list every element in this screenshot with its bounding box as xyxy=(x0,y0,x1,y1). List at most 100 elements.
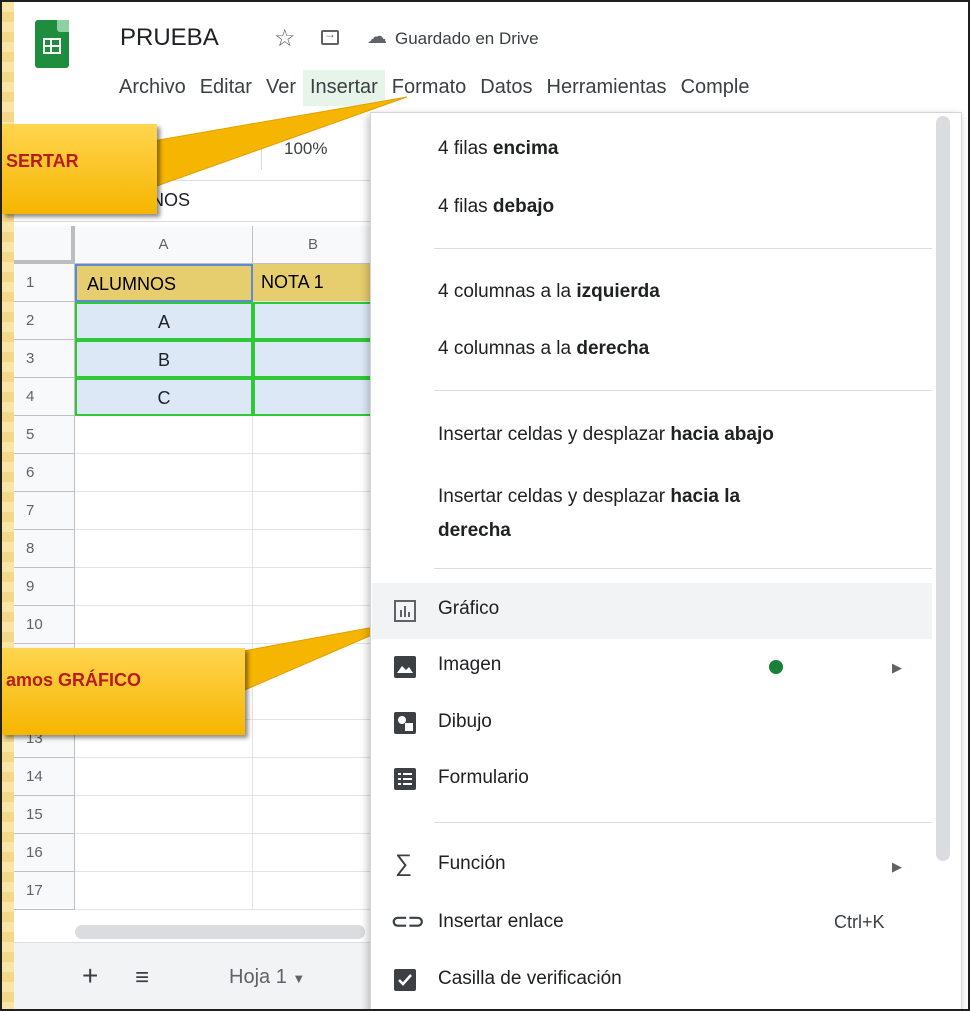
column-header-a[interactable]: A xyxy=(75,226,253,264)
cell-b9[interactable] xyxy=(253,568,374,606)
menu-item-shift-right[interactable]: Insertar celdas y desplazar hacia la dere… xyxy=(438,480,740,548)
menu-item-image[interactable]: Imagen xyxy=(438,654,501,676)
menu-item-form[interactable]: Formulario xyxy=(438,767,529,789)
toolbar-divider xyxy=(261,130,262,170)
cell-b10[interactable] xyxy=(253,606,374,644)
menu-herramientas[interactable]: Herramientas xyxy=(540,70,674,106)
menu-archivo[interactable]: Archivo xyxy=(112,70,193,106)
cell-a10[interactable] xyxy=(75,606,253,644)
menu-ver[interactable]: Ver xyxy=(259,70,303,106)
cell-b15[interactable] xyxy=(253,796,374,834)
menu-item-shift-down[interactable]: Insertar celdas y desplazar hacia abajo xyxy=(438,424,774,446)
menu-item-drawing[interactable]: Dibujo xyxy=(438,711,492,733)
menu-item-link[interactable]: Insertar enlace xyxy=(438,911,564,933)
menu-item-text: 4 filas xyxy=(438,196,493,217)
plus-icon[interactable]: + xyxy=(82,960,98,992)
menu-item-rows-below[interactable]: 4 filas debajo xyxy=(438,196,554,218)
cell-a6[interactable] xyxy=(75,454,253,492)
menu-separator xyxy=(434,822,932,823)
cell-a8[interactable] xyxy=(75,530,253,568)
cloud-saved-icon[interactable]: ☁ xyxy=(367,24,387,49)
cell-b7[interactable] xyxy=(253,492,374,530)
cell-b1[interactable]: NOTA 1 xyxy=(253,264,374,302)
menu-item-text: Insertar celdas y desplazar xyxy=(438,486,671,507)
cell-a1[interactable]: ALUMNOS xyxy=(75,264,253,302)
cell-a4[interactable]: C xyxy=(75,378,253,416)
menu-formato[interactable]: Formato xyxy=(385,70,473,106)
row-header-15[interactable]: 15 xyxy=(14,796,75,834)
cell-a3[interactable]: B xyxy=(75,340,253,378)
star-icon[interactable]: ☆ xyxy=(274,24,296,53)
cell-a9[interactable] xyxy=(75,568,253,606)
row-header-8[interactable]: 8 xyxy=(14,530,75,568)
sheet-tab-label[interactable]: Hoja 1 ▼ xyxy=(229,966,305,989)
new-feature-dot xyxy=(769,660,783,674)
select-all-corner[interactable] xyxy=(14,226,75,264)
cell-b8[interactable] xyxy=(253,530,374,568)
horizontal-scrollbar[interactable] xyxy=(75,925,365,939)
insert-menu xyxy=(370,112,962,1009)
menu-item-cols-left[interactable]: 4 columnas a la izquierda xyxy=(438,281,660,303)
menu-scrollbar[interactable] xyxy=(936,116,950,861)
document-title[interactable]: PRUEBA xyxy=(120,24,219,52)
cell-b4[interactable] xyxy=(253,378,374,416)
menu-separator xyxy=(434,568,932,569)
cell-b17[interactable] xyxy=(253,872,374,910)
cell-b2[interactable] xyxy=(253,302,374,340)
row-header-16[interactable]: 16 xyxy=(14,834,75,872)
cell-b14[interactable] xyxy=(253,758,374,796)
cell-b11[interactable] xyxy=(253,644,374,720)
cell-a15[interactable] xyxy=(75,796,253,834)
link-shortcut: Ctrl+K xyxy=(834,912,885,932)
menu-item-rows-above[interactable]: 4 filas encima xyxy=(438,138,558,160)
sheet-tab-name: Hoja 1 xyxy=(229,966,287,988)
sheets-logo-icon[interactable] xyxy=(35,20,69,68)
menu-item-chart[interactable]: Gráfico xyxy=(438,598,499,620)
menu-item-text: 4 columnas a la xyxy=(438,338,577,359)
row-header-17[interactable]: 17 xyxy=(14,872,75,910)
cell-a7[interactable] xyxy=(75,492,253,530)
menu-item-checkbox[interactable]: Casilla de verificación xyxy=(438,968,622,990)
menu-item-text: Insertar celdas y desplazar xyxy=(438,424,671,445)
row-header-3[interactable]: 3 xyxy=(14,340,75,378)
menu-item-function[interactable]: Función xyxy=(438,853,506,875)
menu-editar[interactable]: Editar xyxy=(193,70,259,106)
cell-a14[interactable] xyxy=(75,758,253,796)
row-header-14[interactable]: 14 xyxy=(14,758,75,796)
menu-datos[interactable]: Datos xyxy=(473,70,539,106)
tab-dropdown-icon[interactable]: ▼ xyxy=(292,971,305,986)
row-header-1[interactable]: 1 xyxy=(14,264,75,302)
menu-complementos[interactable]: Comple xyxy=(674,70,757,106)
cell-a16[interactable] xyxy=(75,834,253,872)
window-frame: PRUEBA ☆ ☁ Guardado en Drive Archivo Edi… xyxy=(0,0,970,1011)
row-header-7[interactable]: 7 xyxy=(14,492,75,530)
cell-b5[interactable] xyxy=(253,416,374,454)
save-status[interactable]: Guardado en Drive xyxy=(395,29,539,49)
checkbox-icon xyxy=(394,969,416,991)
row-header-10[interactable]: 10 xyxy=(14,606,75,644)
sheets-list-icon[interactable]: ≡ xyxy=(135,964,149,992)
cell-a5[interactable] xyxy=(75,416,253,454)
sigma-icon: ∑ xyxy=(395,850,413,877)
zoom-select[interactable]: 100% xyxy=(284,139,327,159)
row-header-9[interactable]: 9 xyxy=(14,568,75,606)
cell-b3[interactable] xyxy=(253,340,374,378)
row-header-4[interactable]: 4 xyxy=(14,378,75,416)
column-header-b[interactable]: B xyxy=(253,226,374,264)
row-header-5[interactable]: 5 xyxy=(14,416,75,454)
chart-icon xyxy=(394,600,416,622)
cell-b13[interactable] xyxy=(253,720,374,758)
submenu-arrow-icon: ▶ xyxy=(892,859,902,874)
move-to-folder-icon[interactable] xyxy=(321,27,339,45)
drawing-icon xyxy=(394,712,416,734)
menu-insertar[interactable]: Insertar xyxy=(302,70,385,106)
image-icon xyxy=(394,656,416,678)
cell-b6[interactable] xyxy=(253,454,374,492)
row-header-6[interactable]: 6 xyxy=(14,454,75,492)
cell-a17[interactable] xyxy=(75,872,253,910)
cell-a2[interactable]: A xyxy=(75,302,253,340)
row-header-2[interactable]: 2 xyxy=(14,302,75,340)
menu-item-text: 4 filas xyxy=(438,138,493,159)
menu-item-cols-right[interactable]: 4 columnas a la derecha xyxy=(438,338,649,360)
cell-b16[interactable] xyxy=(253,834,374,872)
